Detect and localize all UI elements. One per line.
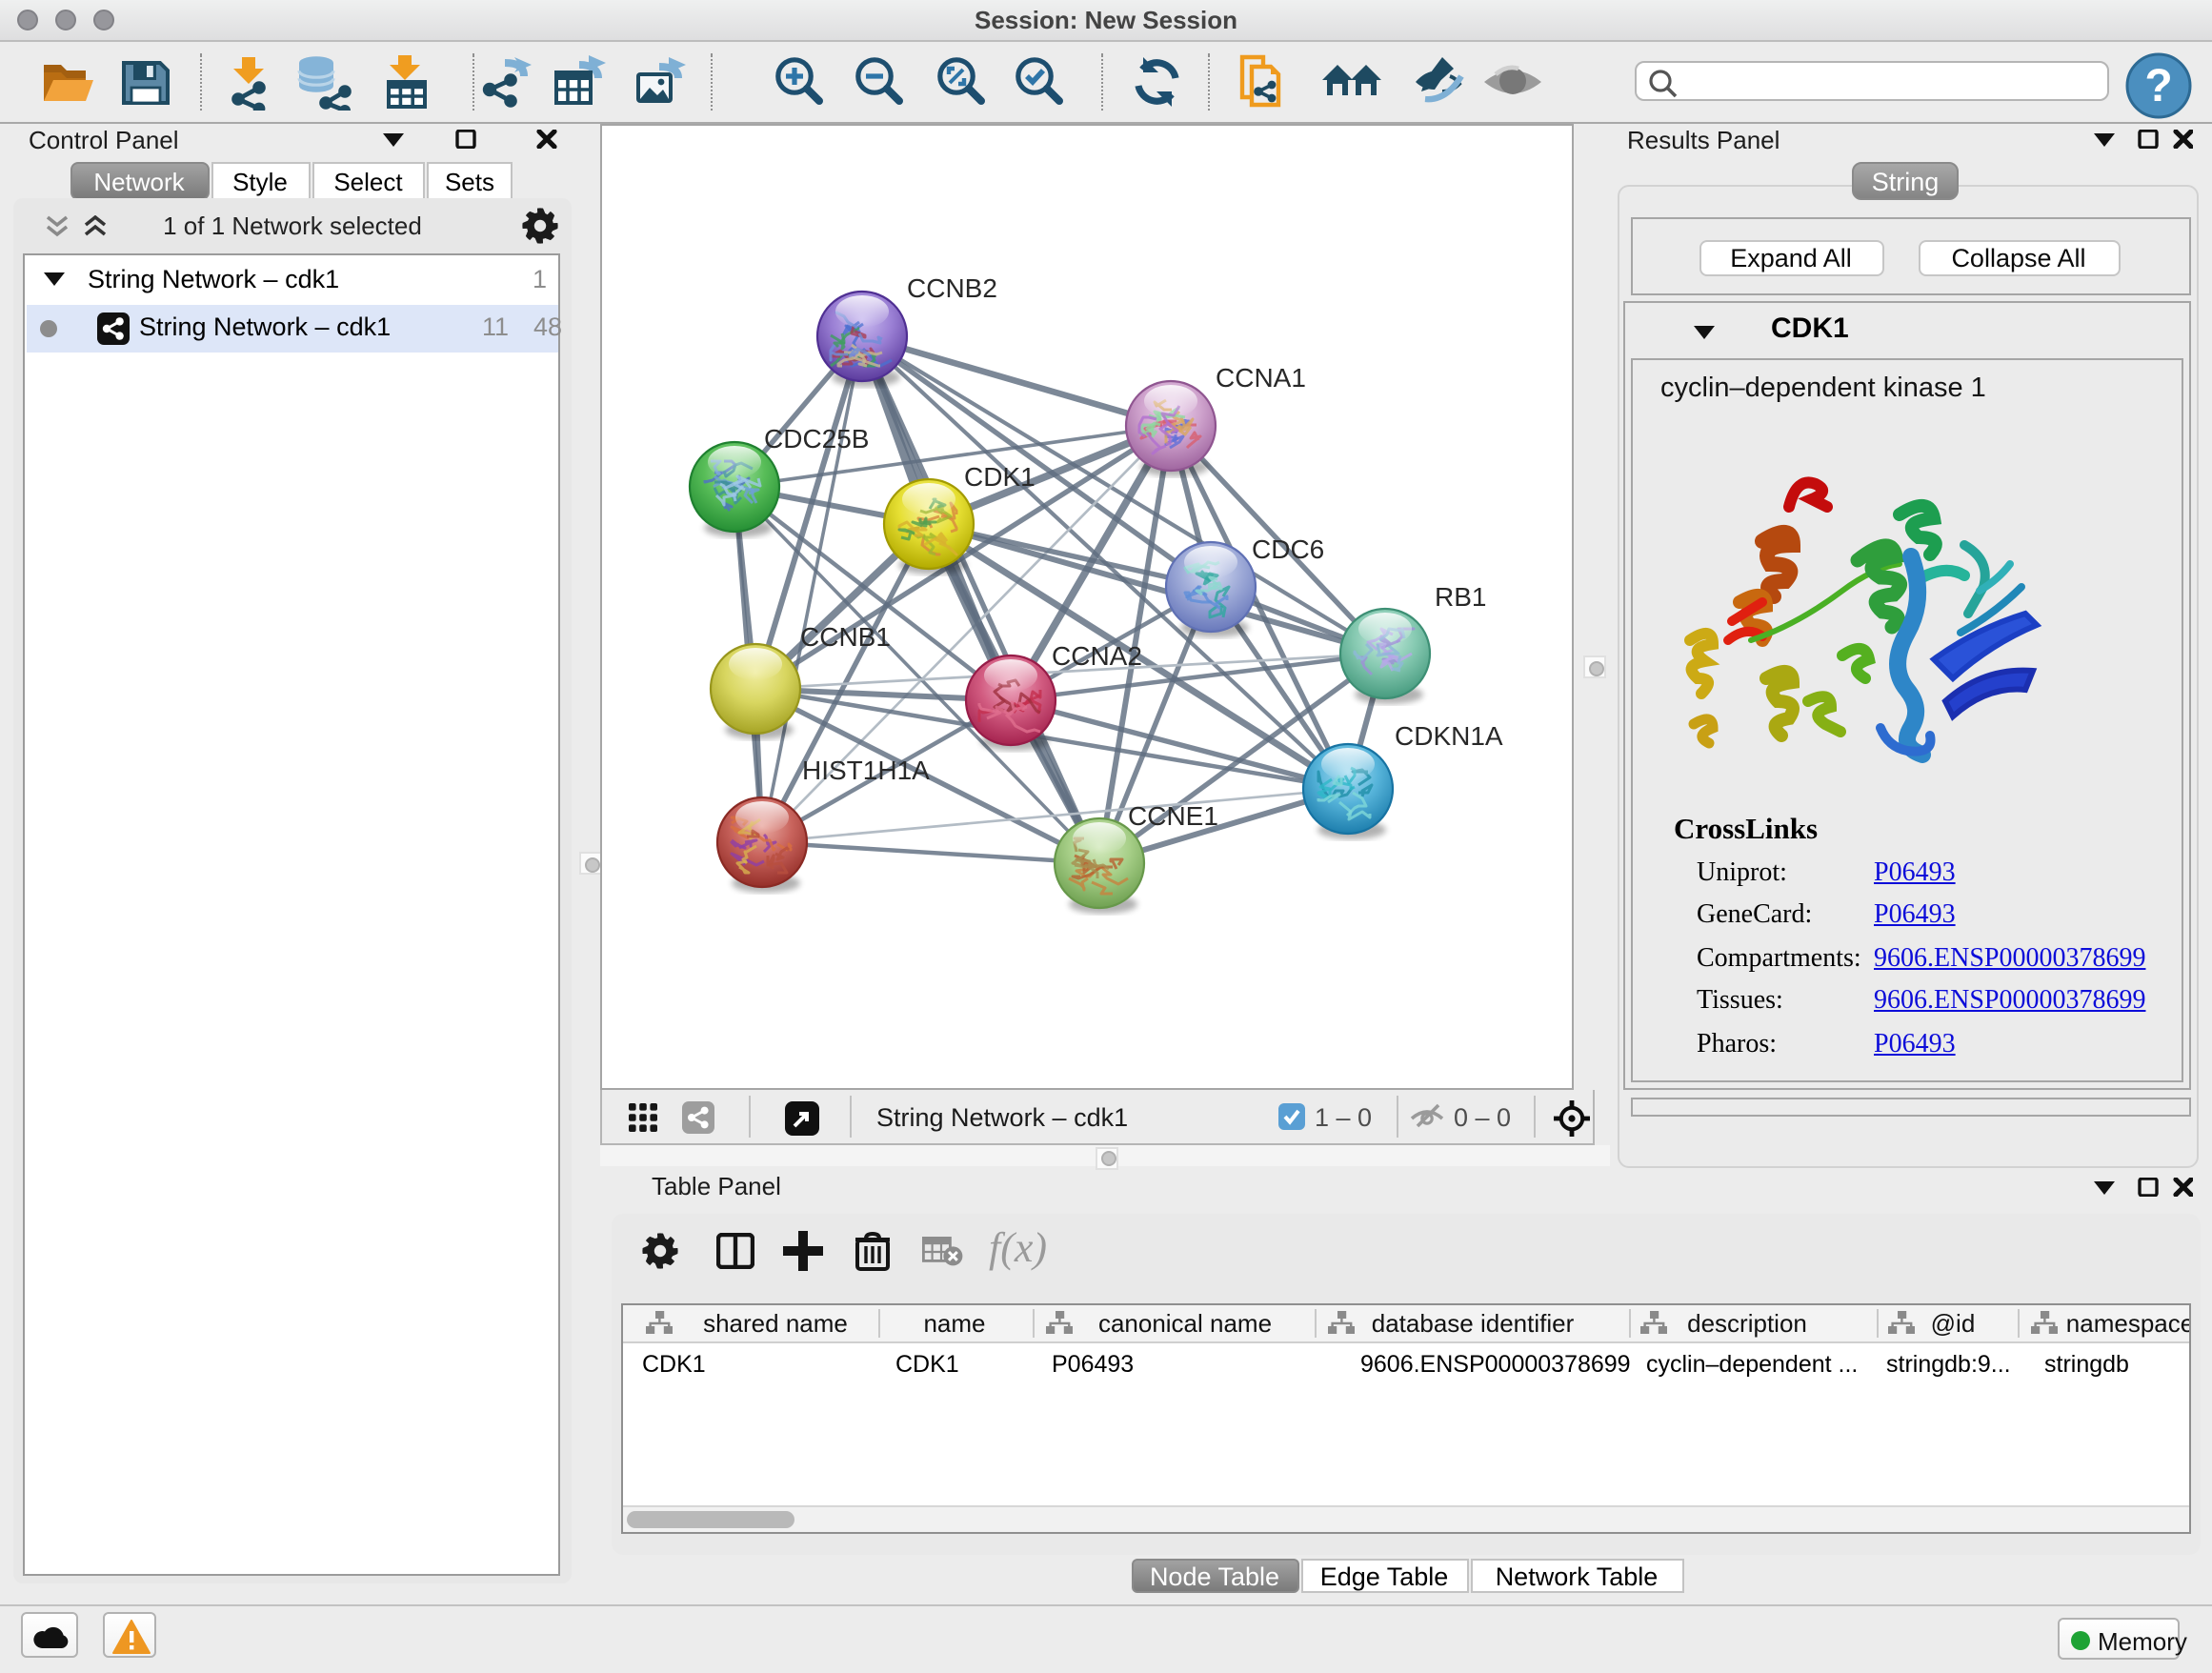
svg-text:CCNB1: CCNB1 [800, 622, 891, 652]
svg-text:CDKN1A: CDKN1A [1395, 721, 1503, 751]
svg-text:CDC6: CDC6 [1252, 534, 1324, 564]
svg-text:CCNB2: CCNB2 [907, 273, 997, 303]
svg-text:CDK1: CDK1 [964, 462, 1036, 492]
svg-text:RB1: RB1 [1435, 582, 1486, 612]
svg-text:CCNA1: CCNA1 [1216, 363, 1306, 393]
svg-text:CCNA2: CCNA2 [1052, 641, 1142, 671]
svg-text:HIST1H1A: HIST1H1A [802, 756, 930, 785]
svg-text:?: ? [2144, 60, 2172, 111]
svg-text:CCNE1: CCNE1 [1128, 801, 1218, 831]
svg-text:CDC25B: CDC25B [764, 424, 869, 454]
